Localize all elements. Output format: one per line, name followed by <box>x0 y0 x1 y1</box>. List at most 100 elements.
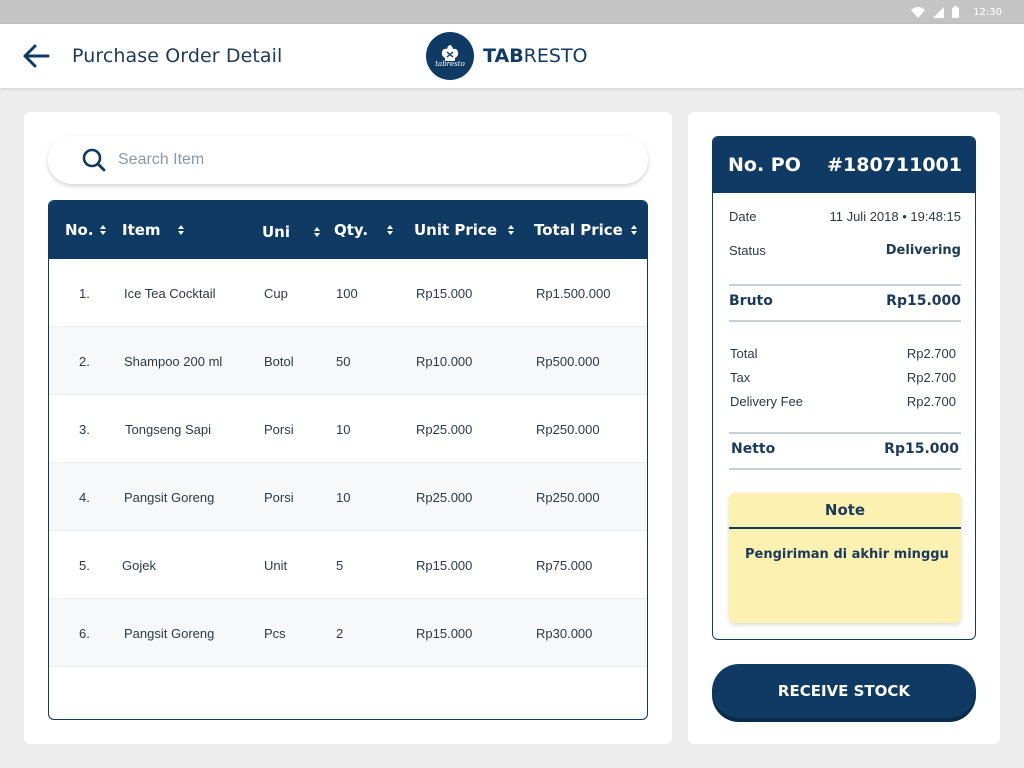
items-card: No. Item Uni Qty. Unit Price Total Price <box>24 112 672 744</box>
brand-logo: tabresto <box>426 32 474 80</box>
divider <box>729 320 961 322</box>
cell-qty: 10 <box>336 421 351 437</box>
netto-row: Netto Rp15.000 <box>731 441 959 457</box>
cell-item: Pangsit Goreng <box>124 489 215 505</box>
sort-icon <box>178 224 184 236</box>
brand-name-rest: RESTO <box>523 45 588 67</box>
search-icon <box>82 148 106 172</box>
cell-item: Tongseng Sapi <box>125 421 212 437</box>
cell-total-price: Rp500.000 <box>536 353 600 369</box>
divider <box>729 432 961 434</box>
header-no-label: No. <box>65 221 94 239</box>
header-uni[interactable]: Uni <box>262 201 320 259</box>
header-no[interactable]: No. <box>65 201 106 259</box>
tax-value: Rp2.700 <box>906 370 956 385</box>
cell-no: 2. <box>79 353 90 369</box>
total-value: Rp2.700 <box>906 346 956 361</box>
header-uni-label: Uni <box>262 223 291 241</box>
table-body: 1. Ice Tea Cocktail Cup 100 Rp15.000 Rp1… <box>49 259 647 667</box>
table-row[interactable]: 3. Tongseng Sapi Porsi 10 Rp25.000 Rp250… <box>49 395 647 463</box>
cell-unit-price: Rp10.000 <box>416 353 473 369</box>
cell-total-price: Rp75.000 <box>536 557 593 573</box>
po-number: #180711001 <box>827 154 962 176</box>
cell-item: Gojek <box>122 557 156 573</box>
cell-no: 3. <box>79 421 90 437</box>
delivery-fee-value: Rp2.700 <box>906 394 956 409</box>
header-qty[interactable]: Qty. <box>334 201 393 259</box>
cell-total-price: Rp30.000 <box>536 625 593 641</box>
header-item-label: Item <box>122 221 161 239</box>
cell-item: Ice Tea Cocktail <box>124 285 216 301</box>
bruto-value: Rp15.000 <box>886 293 961 309</box>
divider <box>729 468 961 470</box>
cell-uni: Porsi <box>264 489 294 505</box>
po-label: No. PO <box>728 154 801 176</box>
cell-no: 6. <box>79 625 90 641</box>
logo-subtext: tabresto <box>435 60 465 68</box>
cell-unit-price: Rp15.000 <box>416 625 473 641</box>
sort-icon <box>631 224 637 236</box>
cell-total-price: Rp250.000 <box>536 489 600 505</box>
bruto-label: Bruto <box>729 293 773 309</box>
items-table: No. Item Uni Qty. Unit Price Total Price <box>48 200 648 720</box>
cell-unit-price: Rp15.000 <box>416 285 473 301</box>
table-header: No. Item Uni Qty. Unit Price Total Price <box>49 201 647 259</box>
cell-qty: 50 <box>336 353 351 369</box>
status-bar: 12:30 <box>0 0 1024 24</box>
status-time: 12:30 <box>973 6 1002 18</box>
total-label: Total <box>730 346 758 361</box>
back-button[interactable] <box>22 43 50 69</box>
sort-icon <box>387 224 393 236</box>
table-row[interactable]: 2. Shampoo 200 ml Botol 50 Rp10.000 Rp50… <box>49 327 647 395</box>
cell-uni: Botol <box>264 353 294 369</box>
receive-stock-button[interactable]: RECEIVE STOCK <box>712 664 976 718</box>
wifi-icon <box>911 6 926 18</box>
header-unit-price[interactable]: Unit Price <box>414 201 514 259</box>
note-box: Note Pengiriman di akhir minggu <box>729 493 961 623</box>
sort-icon <box>508 224 514 236</box>
cell-uni: Porsi <box>264 421 294 437</box>
delivery-fee-row: Delivery Fee Rp2.700 <box>730 394 962 409</box>
delivery-fee-label: Delivery Fee <box>730 394 803 409</box>
app-bar: Purchase Order Detail tabresto TABRESTO <box>0 24 1024 88</box>
date-row: Date 11 Juli 2018 • 19:48:15 <box>729 209 961 224</box>
netto-value: Rp15.000 <box>884 441 959 457</box>
status-value: Delivering <box>885 243 961 258</box>
arrow-back-icon <box>23 44 50 68</box>
po-header: No. PO #180711001 <box>713 137 975 193</box>
total-row: Total Rp2.700 <box>730 346 962 361</box>
search-input[interactable] <box>118 151 598 169</box>
tax-row: Tax Rp2.700 <box>730 370 962 385</box>
table-row[interactable]: 6. Pangsit Goreng Pcs 2 Rp15.000 Rp30.00… <box>49 599 647 667</box>
battery-icon <box>952 6 960 18</box>
tax-label: Tax <box>730 370 751 385</box>
table-row[interactable]: 4. Pangsit Goreng Porsi 10 Rp25.000 Rp25… <box>49 463 647 531</box>
cell-no: 4. <box>79 489 90 505</box>
table-row[interactable]: 5. Gojek Unit 5 Rp15.000 Rp75.000 <box>49 531 647 599</box>
date-value: 11 Juli 2018 • 19:48:15 <box>829 209 961 224</box>
header-unit-price-label: Unit Price <box>414 221 497 239</box>
cell-qty: 100 <box>336 285 358 301</box>
cell-item: Pangsit Goreng <box>124 625 215 641</box>
cell-no: 5. <box>79 557 90 573</box>
table-row[interactable]: 1. Ice Tea Cocktail Cup 100 Rp15.000 Rp1… <box>49 259 647 327</box>
status-row: Status Delivering <box>729 243 961 258</box>
cell-uni: Cup <box>264 285 288 301</box>
netto-label: Netto <box>731 441 776 457</box>
po-summary-card: No. PO #180711001 Date 11 Juli 2018 • 19… <box>688 112 1000 744</box>
header-qty-label: Qty. <box>334 221 369 239</box>
cell-unit-price: Rp25.000 <box>416 421 473 437</box>
header-item[interactable]: Item <box>122 201 208 259</box>
cell-no: 1. <box>79 285 90 301</box>
cell-uni: Pcs <box>264 625 286 641</box>
header-total-price[interactable]: Total Price <box>534 201 637 259</box>
cell-uni: Unit <box>264 557 288 573</box>
cell-unit-price: Rp15.000 <box>416 557 473 573</box>
cell-qty: 5 <box>336 557 344 573</box>
status-label: Status <box>729 243 766 258</box>
cell-unit-price: Rp25.000 <box>416 489 473 505</box>
cell-item: Shampoo 200 ml <box>124 353 223 369</box>
date-label: Date <box>729 209 757 224</box>
search-bar[interactable] <box>48 136 648 184</box>
brand-name-bold: TAB <box>483 45 524 67</box>
